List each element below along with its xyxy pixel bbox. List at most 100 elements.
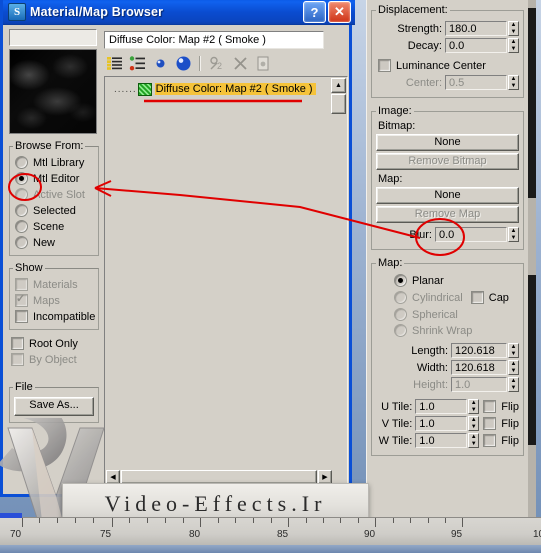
radio-label: Spherical [412,308,458,321]
v-tile-row: V Tile: 1.0 ▲ ▼ Flip [376,416,519,431]
map-none-button[interactable]: None [376,187,519,204]
radio-cylindrical: Cylindrical [394,290,463,305]
center-label: Center: [405,76,442,89]
w-tile-spinner[interactable]: 1.0 ▲ ▼ [415,433,480,448]
checkbox-root-only[interactable]: Root Only [11,336,99,351]
center-input: 0.5 [445,75,507,90]
checkbox-icon [470,291,484,304]
show-group: Show Materials Maps Incompatible [9,262,100,330]
length-stepper[interactable]: ▲ ▼ [508,343,519,358]
checkbox-cap[interactable]: Cap [470,290,509,305]
decay-input[interactable]: 0.0 [445,38,507,53]
strength-input[interactable]: 180.0 [445,21,507,36]
ruler-label: 85 [277,529,289,540]
radio-shrink-wrap: Shrink Wrap [394,323,519,338]
u-tile-stepper[interactable]: ▲ ▼ [468,399,480,414]
material-preview-swatch[interactable] [9,49,97,134]
radio-mtl-library[interactable]: Mtl Library [15,155,95,170]
width-row: Width: 120.618 ▲ ▼ [376,360,519,375]
radio-label: Active Slot [33,188,85,201]
delete-from-library-icon [230,54,250,73]
ruler-label: 75 [100,529,112,540]
bitmap-label: Bitmap: [378,120,416,132]
view-list-icons-icon[interactable] [127,54,147,73]
u-flip-checkbox[interactable] [483,400,497,413]
browser-left-column: Browse From: Mtl Library Mtl Editor Acti… [9,29,100,489]
v-tile-label: V Tile: [381,417,413,430]
radio-planar[interactable]: Planar [394,273,519,288]
strength-stepper[interactable]: ▲ ▼ [508,21,519,36]
blur-input[interactable]: 0.0 [435,227,507,242]
scroll-thumb[interactable] [331,94,346,114]
v-tile-stepper[interactable]: ▲ ▼ [468,416,480,431]
tree-vertical-scrollbar[interactable]: ▲ [331,78,346,484]
checkbox-label: Luminance Center [396,59,486,72]
length-input[interactable]: 120.618 [451,343,507,358]
center-spinner: 0.5 ▲ ▼ [445,75,519,90]
w-tile-stepper[interactable]: ▲ ▼ [468,433,480,448]
tree-horizontal-scrollbar[interactable]: ◀ ▶ [106,470,332,484]
help-button[interactable]: ? [303,1,326,23]
length-spinner[interactable]: 120.618 ▲ ▼ [451,343,519,358]
v-tile-input[interactable]: 1.0 [415,416,468,431]
displacement-legend: Displacement: [378,4,448,16]
scroll-right-arrow-icon[interactable]: ▶ [318,470,332,484]
checkbox-luminance-center[interactable]: Luminance Center [378,58,519,73]
tree-indent-guides: ...... [114,83,137,95]
command-panel-scrollbar[interactable] [528,0,536,545]
strength-spinner[interactable]: 180.0 ▲ ▼ [445,21,519,36]
checkbox-icon [15,310,28,323]
checkbox-label: Maps [33,294,60,307]
selected-map-name-field[interactable]: Diffuse Color: Map #2 ( Smoke ) [104,31,324,49]
width-input[interactable]: 120.618 [451,360,507,375]
radio-icon [15,204,28,217]
clear-material-library-icon [253,54,273,73]
view-list-icon[interactable] [104,54,124,73]
scroll-thumb-lower[interactable] [528,275,536,445]
tree-item-label: Diffuse Color: Map #2 ( Smoke ) [154,83,316,95]
timeline-ruler[interactable]: 70 75 80 85 90 95 100 [0,513,541,545]
u-tile-label: U Tile: [381,400,413,413]
v-tile-spinner[interactable]: 1.0 ▲ ▼ [415,416,480,431]
blur-stepper[interactable]: ▲ ▼ [508,227,519,242]
radio-mtl-editor[interactable]: Mtl Editor [15,171,95,186]
radio-new[interactable]: New [15,235,95,250]
radio-icon [15,220,28,233]
width-label: Width: [416,361,448,374]
width-stepper[interactable]: ▲ ▼ [508,360,519,375]
strength-label: Strength: [397,22,442,35]
length-label: Length: [411,344,448,357]
scroll-thumb-upper[interactable] [528,8,536,198]
checkbox-label: Incompatible [33,310,96,323]
radio-icon [394,308,407,321]
scroll-thumb-horizontal[interactable] [121,470,317,484]
w-flip-checkbox[interactable] [483,434,497,447]
tree-item-diffuse-color-map[interactable]: ...... Diffuse Color: Map #2 ( Smoke ) [114,82,316,96]
preview-name-field[interactable] [9,29,97,46]
map-tree-panel[interactable]: ...... Diffuse Color: Map #2 ( Smoke ) ▲… [104,76,348,486]
bitmap-none-button[interactable]: None [376,134,519,151]
decay-spinner[interactable]: 0.0 ▲ ▼ [445,38,519,53]
w-flip-label: Flip [501,434,519,447]
radio-scene[interactable]: Scene [15,219,95,234]
scroll-left-arrow-icon[interactable]: ◀ [106,470,120,484]
image-legend: Image: [378,105,412,117]
save-as-button[interactable]: Save As... [14,397,94,416]
view-small-icons-icon[interactable] [150,54,170,73]
close-button[interactable]: ✕ [328,1,351,23]
radio-label: Planar [412,274,444,287]
decay-stepper[interactable]: ▲ ▼ [508,38,519,53]
u-tile-spinner[interactable]: 1.0 ▲ ▼ [415,399,480,414]
checkbox-label: By Object [29,353,77,366]
checkbox-incompatible[interactable]: Incompatible [15,309,95,324]
v-flip-checkbox[interactable] [483,417,497,430]
blur-spinner[interactable]: 0.0 ▲ ▼ [435,227,519,242]
window-titlebar[interactable]: S Material/Map Browser ? ✕ [3,0,355,25]
width-spinner[interactable]: 120.618 ▲ ▼ [451,360,519,375]
scroll-up-arrow-icon[interactable]: ▲ [331,78,346,93]
map-tree-list[interactable]: ...... Diffuse Color: Map #2 ( Smoke ) [106,78,332,468]
w-tile-input[interactable]: 1.0 [415,433,468,448]
view-large-icons-icon[interactable] [173,54,193,73]
radio-selected[interactable]: Selected [15,203,95,218]
u-tile-input[interactable]: 1.0 [415,399,468,414]
